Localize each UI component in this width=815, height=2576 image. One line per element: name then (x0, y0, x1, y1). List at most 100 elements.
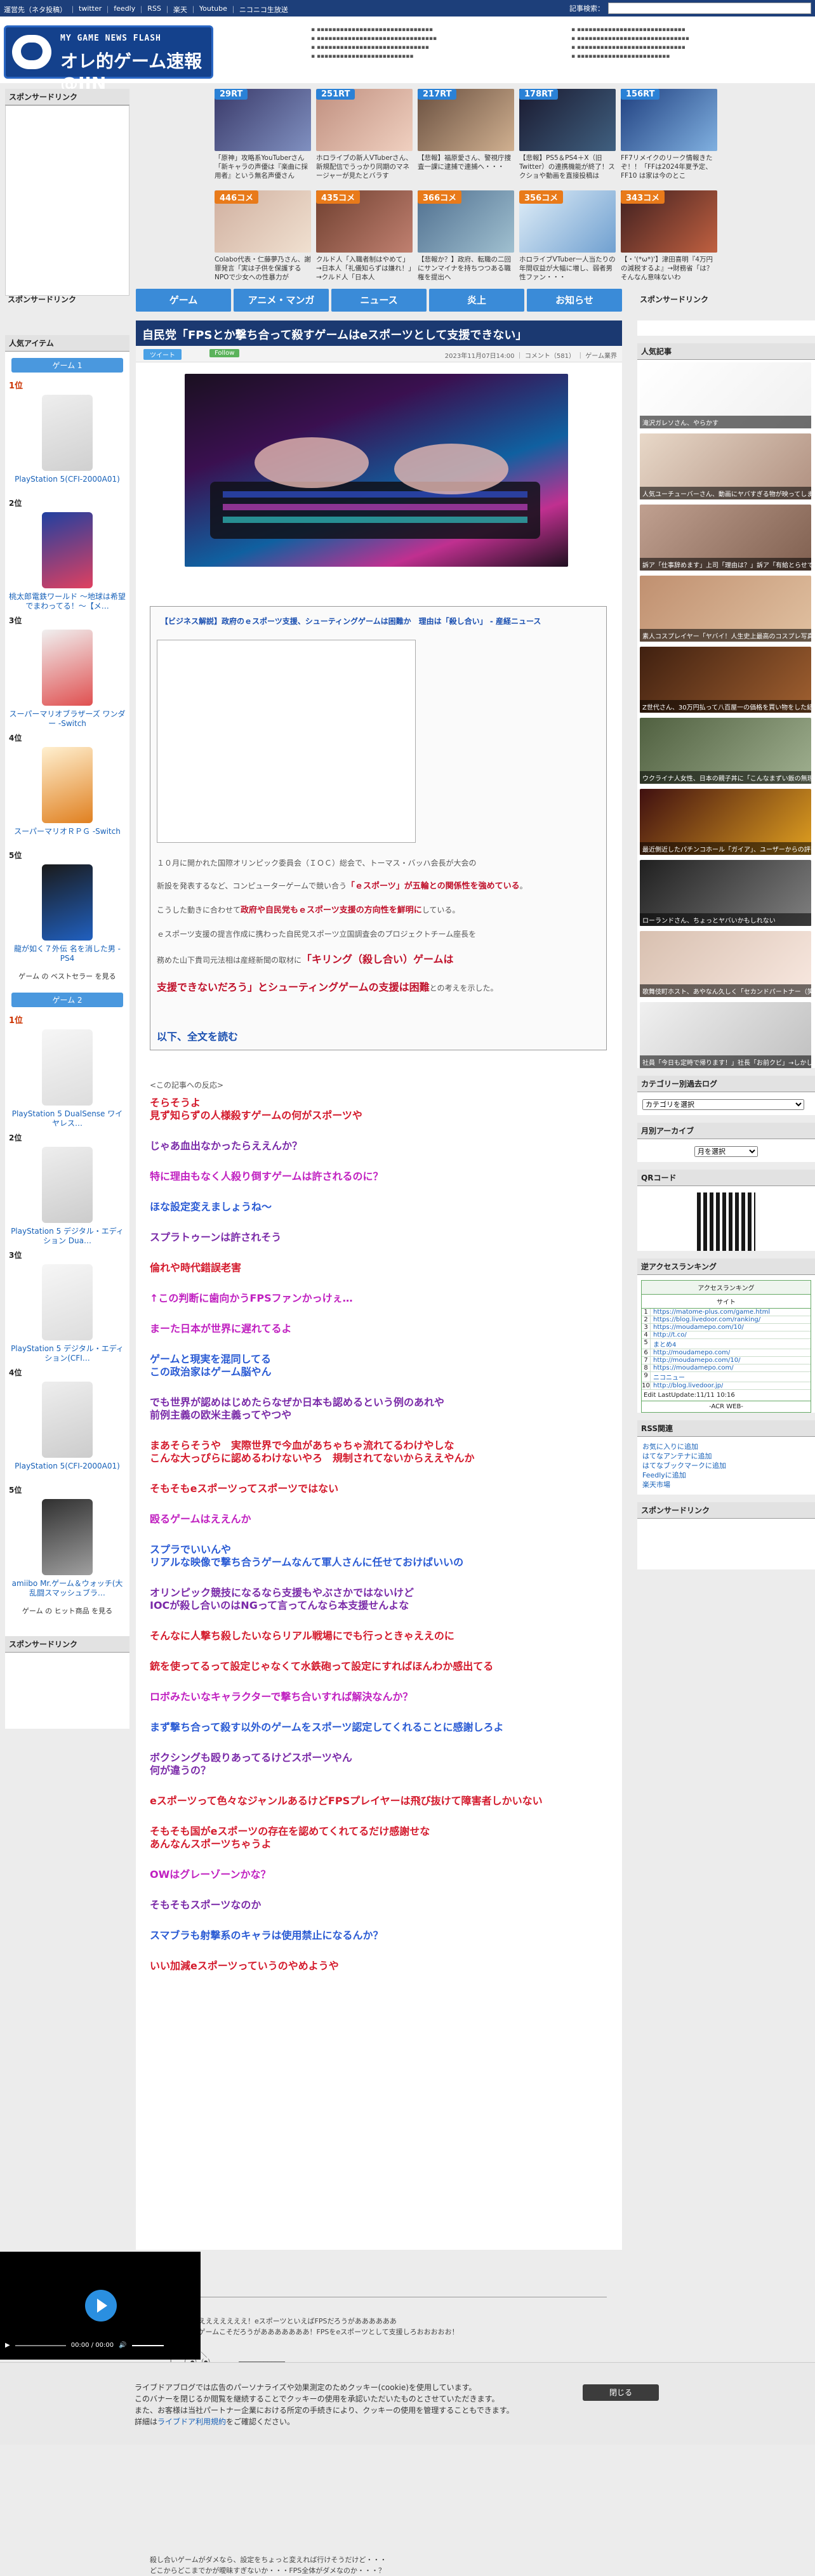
product-name[interactable]: スーパーマリオブラザーズ ワンダー -Switch (9, 710, 126, 730)
ranking-row-link[interactable]: http://moudamepo.com/ (651, 1349, 730, 1356)
ranking-item[interactable]: 2位 PlayStation 5 デジタル・エディション Dua… (5, 1131, 129, 1248)
ad-slot[interactable] (5, 105, 129, 296)
group2-label[interactable]: ゲーム 2 (11, 993, 123, 1007)
top-link-feedly[interactable]: feedly (114, 4, 135, 15)
play-icon[interactable] (85, 2290, 117, 2322)
nav-anime-manga[interactable]: アニメ・マンガ (234, 289, 329, 312)
group1-more-link[interactable]: ゲーム の ベストセラー を見る (9, 967, 126, 985)
group1-label[interactable]: ゲーム 1 (11, 358, 123, 373)
product-image[interactable] (42, 747, 93, 823)
ranking-row-link[interactable]: ニコニュー (651, 1372, 685, 1382)
popular-article[interactable]: 人気ユーチューバーさん、動画にヤバすぎる物が映ってしまい慌てて削除→ネットで検索… (640, 433, 811, 499)
ranking-row-link[interactable]: http://moudamepo.com/10/ (651, 1357, 741, 1364)
popular-article[interactable]: Z世代さん、30万円払って八百屋一の価格を買い物をした結果ｗｗｗ (640, 647, 811, 713)
seek-bar[interactable] (15, 2344, 66, 2346)
trending-thumb[interactable]: 343コメ 【・'(*ω*)'】津田喜明『4万円の減税するよ』→財務省「は？そんな… (621, 190, 717, 289)
ranking-item[interactable]: 2位 桃太郎電鉄ワールド ～地球は希望でまわってる！～【メ… (5, 496, 129, 614)
rss-link[interactable]: はてなブックマークに追加 (642, 1461, 810, 1470)
trending-thumb[interactable]: 435コメ クルド人「入職者制はやめて」→日本人「礼儀知らずは嫌れ！」→クルド人「… (316, 190, 413, 289)
ranking-item[interactable]: 3位 PlayStation 5 デジタル・エディション(CFI… (5, 1248, 129, 1366)
nav-flame[interactable]: 炎上 (429, 289, 524, 312)
product-name[interactable]: PlayStation 5 DualSense ワイヤレス… (9, 1109, 126, 1130)
popular-article[interactable]: 滝沢ガレソさん、やらかす (640, 362, 811, 428)
popular-article[interactable]: 歌舞伎町ホスト、あやなん久しく「セカンドパートナー（笑）」暴いたのが結局やたらの… (640, 931, 811, 997)
tweet-button[interactable]: ツイート (143, 349, 182, 360)
product-image[interactable] (42, 630, 93, 706)
trending-thumb[interactable]: 178RT 【悲報】PS5＆PS4＋X（旧Twitter）の連携機能が終了！スクシ… (519, 89, 616, 187)
cookie-close-button[interactable]: 閉じる (583, 2384, 659, 2401)
nav-notice[interactable]: お知らせ (527, 289, 622, 312)
video-player[interactable]: ▶ 00:00 / 00:00 🔊 (0, 2252, 201, 2360)
top-link-niconico[interactable]: ニコニコ生放送 (239, 4, 288, 15)
product-image[interactable] (42, 1147, 93, 1223)
top-link-rss[interactable]: RSS (147, 4, 161, 15)
ad-slot-bottom[interactable] (5, 1653, 129, 1729)
volume-icon[interactable]: 🔊 (119, 2342, 126, 2349)
nav-news[interactable]: ニュース (331, 289, 427, 312)
product-name[interactable]: 龍が如く７外伝 名を消した男 - PS4 (9, 944, 126, 965)
trending-thumb[interactable]: 217RT 【悲報】福原愛さん、警視庁捜査一課に逮捕で連捕へ・・・ (418, 89, 514, 187)
site-logo[interactable]: MY GAME NEWS FLASH オレ的ゲーム速報@JIN (4, 25, 213, 94)
product-image[interactable] (42, 1382, 93, 1458)
product-name[interactable]: amiibo Mr.ゲーム＆ウォッチ(大乱闘スマッシュブラ… (9, 1579, 126, 1599)
top-link-youtube[interactable]: Youtube (199, 4, 227, 15)
popular-article[interactable]: 素人コスプレイヤー「ヤバイ！人生史上最高のコスプレ写真撮れた！」【画像あり】→ネ… (640, 576, 811, 642)
ranking-item[interactable]: 4位 PlayStation 5(CFI-2000A01) (5, 1366, 129, 1483)
ranking-row-link[interactable]: https://moudamepo.com/10/ (651, 1324, 744, 1331)
ranking-item[interactable]: 5位 amiibo Mr.ゲーム＆ウォッチ(大乱闘スマッシュブラ… (5, 1483, 129, 1601)
ranking-row-link[interactable]: まとめ4 (651, 1339, 676, 1349)
play-small-icon[interactable]: ▶ (5, 2342, 10, 2349)
trending-thumb[interactable]: 356コメ ホロライブVTuber一人当たりの年間収益が大幅に増し、弱者男性ファン… (519, 190, 616, 289)
product-image[interactable] (42, 512, 93, 588)
rss-link[interactable]: 楽天市場 (642, 1480, 810, 1489)
search-input[interactable] (608, 3, 811, 14)
trending-thumb[interactable]: 156RT FF7リメイクのリーク情報きたぞ！！「FFは2024年夏予定、FF10… (621, 89, 717, 187)
group2-more-link[interactable]: ゲーム の ヒット商品 を見る (9, 1602, 126, 1620)
popular-article[interactable]: ローランドさん、ちょっとヤバいかもしれない (640, 860, 811, 926)
read-more-link[interactable]: 以下、全文を読む (157, 1028, 238, 1043)
product-name[interactable]: PlayStation 5(CFI-2000A01) (9, 1462, 126, 1482)
ranking-row-link[interactable]: https://moudamepo.com/ (651, 1364, 734, 1371)
ranking-brand[interactable]: -ACR WEB- (642, 1401, 811, 1412)
ranking-item[interactable]: 1位 PlayStation 5(CFI-2000A01) (5, 378, 129, 496)
popular-article[interactable]: ウクライナ人女性、日本の親子丼に「こんなまずい飯の無理！不味すぎる」と批判 (640, 718, 811, 784)
popular-article[interactable]: 社員「今日も定時で帰ります！」社長「お前クビ」→しかし・・・ (640, 1002, 811, 1068)
ranking-item[interactable]: 5位 龍が如く７外伝 名を消した男 - PS4 (5, 849, 129, 966)
ranking-footer[interactable]: Edit LastUpdate:11/11 10:16 (642, 1390, 811, 1401)
popular-article[interactable]: 訴ア「仕事辞めます」上司「理由は？」訴ア「有給とらせてもらえない」と上司が膝から… (640, 505, 811, 571)
nav-game[interactable]: ゲーム (136, 289, 231, 312)
trending-thumb[interactable]: 251RT ホロライブの新人VTuberさん、新規配信でうっかり同期のマネージャー… (316, 89, 413, 187)
ranking-row-link[interactable]: https://blog.livedoor.com/ranking/ (651, 1316, 760, 1323)
archive-select[interactable]: 月を選択 (694, 1146, 758, 1157)
product-image[interactable] (42, 1264, 93, 1340)
ranking-row-link[interactable]: https://matome-plus.com/game.html (651, 1309, 770, 1316)
product-image[interactable] (42, 864, 93, 941)
volume-slider[interactable] (131, 2344, 164, 2346)
top-link-submit[interactable]: 運営先（ネタ投稿） (4, 4, 67, 15)
ranking-row-link[interactable]: http://t.co/ (651, 1331, 687, 1338)
ranking-item[interactable]: 3位 スーパーマリオブラザーズ ワンダー -Switch (5, 614, 129, 731)
product-image[interactable] (42, 1499, 93, 1575)
trending-thumb[interactable]: 29RT 「原神」攻略系YouTuberさん「新キャラの声優は『楽曲に採用者』とい… (215, 89, 311, 187)
rss-link[interactable]: はてなアンテナに追加 (642, 1451, 810, 1461)
top-link-twitter[interactable]: twitter (79, 4, 102, 15)
follow-button[interactable]: Follow (209, 349, 240, 357)
product-name[interactable]: PlayStation 5(CFI-2000A01) (9, 475, 126, 495)
top-link-rakuten[interactable]: 楽天 (173, 4, 187, 15)
terms-link[interactable]: ライブドア利用規約 (157, 2417, 226, 2426)
product-name[interactable]: スーパーマリオＲＰＧ -Switch (9, 827, 126, 847)
trending-thumb[interactable]: 366コメ 【悲報か？】政府、転職の二回にサンマイナを持ちつつある職権を提出へ (418, 190, 514, 289)
product-image[interactable] (42, 395, 93, 471)
product-name[interactable]: PlayStation 5 デジタル・エディション(CFI… (9, 1344, 126, 1364)
trending-thumb[interactable]: 446コメ Colabo代表・仁藤夢乃さん、謝罪発言「実は子供を保護するNPOで少… (215, 190, 311, 289)
ranking-item[interactable]: 4位 スーパーマリオＲＰＧ -Switch (5, 731, 129, 849)
rss-link[interactable]: お気に入りに追加 (642, 1442, 810, 1451)
news-source-title[interactable]: 【ビジネス解説】政府のｅスポーツ支援、シューティングゲームは困難か 理由は「殺し… (161, 616, 541, 626)
ranking-row-link[interactable]: http://blog.livedoor.jp/ (651, 1382, 723, 1389)
category-select[interactable]: カテゴリを選択 (642, 1099, 804, 1110)
rss-link[interactable]: Feedlyに追加 (642, 1470, 810, 1480)
ranking-item[interactable]: 1位 PlayStation 5 DualSense ワイヤレス… (5, 1012, 129, 1131)
product-name[interactable]: 桃太郎電鉄ワールド ～地球は希望でまわってる！～【メ… (9, 592, 126, 612)
popular-article[interactable]: 最近側近したパチンコホール「ガイア」、ユーザーからの評判最悪でも業界1位になれた… (640, 789, 811, 855)
product-name[interactable]: PlayStation 5 デジタル・エディション Dua… (9, 1227, 126, 1247)
